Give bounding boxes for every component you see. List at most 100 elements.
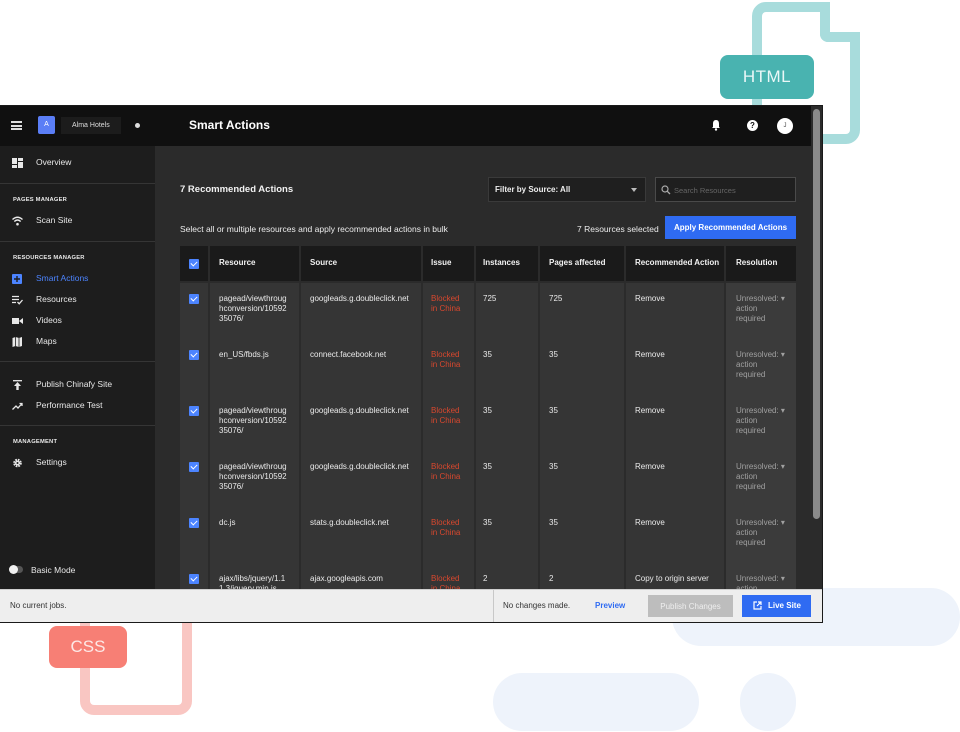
header-resource[interactable]: Resource bbox=[219, 258, 255, 268]
source-cell: ajax.googleapis.com bbox=[310, 574, 383, 583]
issue-cell-line: Blocked bbox=[431, 294, 460, 303]
row-checkbox[interactable] bbox=[189, 518, 199, 528]
issue-cell-line: Blocked bbox=[431, 350, 460, 359]
row-checkbox[interactable] bbox=[189, 294, 199, 304]
avatar[interactable]: J bbox=[777, 118, 793, 134]
menu-icon[interactable] bbox=[11, 121, 22, 130]
sidebar-item-scan-site[interactable]: Scan Site bbox=[0, 211, 155, 231]
sidebar-item-maps[interactable]: Maps bbox=[0, 332, 155, 352]
table-row[interactable]: pagead/viewthroug hconversion/10592 35076/… bbox=[180, 395, 796, 451]
resolution-select[interactable]: Unresolved: ▾actionrequired bbox=[736, 294, 785, 324]
issue-cell: Blockedin China bbox=[431, 462, 460, 482]
section-title-pages-manager: PAGES MANAGER bbox=[13, 197, 68, 203]
column-separator bbox=[299, 246, 301, 619]
changes-status: No changes made. bbox=[503, 601, 571, 610]
main-content: 7 Recommended Actions Filter by Source: … bbox=[155, 146, 811, 619]
resource-cell-line: 35076/ bbox=[219, 314, 244, 323]
header-recommended-action[interactable]: Recommended Action bbox=[635, 258, 719, 268]
instances-cell: 35 bbox=[483, 406, 492, 415]
instances-cell: 35 bbox=[483, 518, 492, 527]
sidebar-item-publish[interactable]: Publish Chinafy Site bbox=[0, 375, 155, 395]
sidebar-item-label: Performance Test bbox=[36, 400, 103, 410]
header-issue[interactable]: Issue bbox=[431, 258, 451, 268]
publish-changes-button[interactable]: Publish Changes bbox=[648, 595, 733, 617]
resolution-select-line: required bbox=[736, 314, 766, 323]
resolution-select-line: Unresolved: ▾ bbox=[736, 518, 785, 527]
wifi-icon bbox=[12, 216, 23, 226]
row-checkbox[interactable] bbox=[189, 574, 199, 584]
resource-cell-line: en_US/fbds.js bbox=[219, 350, 269, 359]
source-cell: connect.facebook.net bbox=[310, 350, 387, 359]
live-site-button[interactable]: Live Site bbox=[742, 595, 811, 617]
trending-up-icon bbox=[12, 402, 23, 410]
sidebar-item-resources[interactable]: Resources bbox=[0, 290, 155, 310]
row-checkbox[interactable] bbox=[189, 406, 199, 416]
sidebar-item-label: Smart Actions bbox=[36, 273, 89, 283]
header-pages-affected[interactable]: Pages affected bbox=[549, 258, 605, 268]
decor-pill bbox=[493, 673, 699, 731]
sidebar-item-label: Resources bbox=[36, 294, 77, 304]
resolution-select[interactable]: Unresolved: ▾actionrequired bbox=[736, 406, 785, 436]
scrollbar-thumb[interactable] bbox=[813, 109, 820, 519]
brand-name[interactable]: Alma Hotels bbox=[61, 117, 121, 134]
issue-cell-line: in China bbox=[431, 360, 461, 369]
pages-affected-cell: 725 bbox=[549, 294, 563, 303]
footer-bar: No current jobs. No changes made. Previe… bbox=[0, 589, 822, 622]
sidebar-item-videos[interactable]: Videos bbox=[0, 311, 155, 331]
resolution-select[interactable]: Unresolved: ▾actionrequired bbox=[736, 518, 785, 548]
table-row[interactable]: pagead/viewthroug hconversion/10592 35076/… bbox=[180, 451, 796, 507]
resolution-select-line: required bbox=[736, 426, 766, 435]
recommended-action-cell: Remove bbox=[635, 406, 665, 415]
decor-pill bbox=[740, 673, 796, 731]
resolution-select-line: Unresolved: ▾ bbox=[736, 462, 785, 471]
help-icon[interactable]: ? bbox=[747, 120, 758, 131]
row-checkbox[interactable] bbox=[189, 462, 199, 472]
sidebar-item-settings[interactable]: Settings bbox=[0, 453, 155, 473]
sidebar-item-label: Publish Chinafy Site bbox=[36, 379, 113, 389]
table-row[interactable]: en_US/fbds.js connect.facebook.net Blocked… bbox=[180, 339, 796, 395]
bulk-hint-text: Select all or multiple resources and app… bbox=[180, 224, 448, 234]
apply-recommended-actions-button[interactable]: Apply Recommended Actions bbox=[665, 216, 796, 239]
header-source[interactable]: Source bbox=[310, 258, 337, 268]
issue-cell-line: in China bbox=[431, 528, 461, 537]
sidebar-item-label: Scan Site bbox=[36, 215, 73, 225]
basic-mode-toggle[interactable] bbox=[9, 565, 23, 574]
sidebar-item-label: Videos bbox=[36, 315, 62, 325]
header-resolution[interactable]: Resolution bbox=[736, 258, 777, 268]
column-separator bbox=[474, 246, 476, 619]
table-row[interactable]: dc.js stats.g.doubleclick.net Blocked in Ch… bbox=[180, 507, 796, 563]
recommended-action-cell: Copy to origin server bbox=[635, 574, 709, 583]
video-camera-icon bbox=[12, 318, 23, 324]
resolution-select-line: Unresolved: ▾ bbox=[736, 574, 785, 583]
source-filter-select[interactable]: Filter by Source: All bbox=[488, 177, 646, 202]
table-row[interactable]: pagead/viewthroug hconversion/10592 35076/… bbox=[180, 283, 796, 339]
bell-icon[interactable] bbox=[711, 119, 721, 131]
row-checkbox[interactable] bbox=[189, 350, 199, 360]
column-separator bbox=[624, 246, 626, 619]
header-instances[interactable]: Instances bbox=[483, 258, 520, 268]
resource-cell: pagead/viewthroug hconversion/10592 35076/ bbox=[219, 294, 287, 324]
resolution-select[interactable]: Unresolved: ▾actionrequired bbox=[736, 350, 785, 380]
issue-cell-line: Blocked bbox=[431, 406, 460, 415]
sidebar-item-overview[interactable]: Overview bbox=[0, 153, 155, 173]
pages-affected-cell: 35 bbox=[549, 350, 558, 359]
source-cell: stats.g.doubleclick.net bbox=[310, 518, 389, 527]
instances-cell: 35 bbox=[483, 350, 492, 359]
sidebar-item-performance[interactable]: Performance Test bbox=[0, 396, 155, 416]
resource-cell-line: dc.js bbox=[219, 518, 236, 527]
preview-link[interactable]: Preview bbox=[595, 601, 625, 610]
selected-count: 7 Resources selected bbox=[577, 224, 659, 234]
sidebar-divider bbox=[0, 361, 155, 362]
table-header-row: Resource Source Issue Instances Pages af… bbox=[180, 246, 796, 281]
resolution-select-line: required bbox=[736, 482, 766, 491]
sidebar-item-smart-actions[interactable]: Smart Actions bbox=[0, 269, 155, 289]
pages-affected-cell: 35 bbox=[549, 518, 558, 527]
select-all-checkbox[interactable] bbox=[189, 259, 199, 269]
search-input[interactable] bbox=[674, 180, 792, 200]
search-box[interactable] bbox=[655, 177, 796, 202]
resolution-select[interactable]: Unresolved: ▾actionrequired bbox=[736, 462, 785, 492]
html-document-fold bbox=[820, 2, 860, 42]
issue-cell-line: Blocked bbox=[431, 518, 460, 527]
footer-divider bbox=[493, 590, 494, 622]
issue-cell-line: Blocked bbox=[431, 574, 460, 583]
